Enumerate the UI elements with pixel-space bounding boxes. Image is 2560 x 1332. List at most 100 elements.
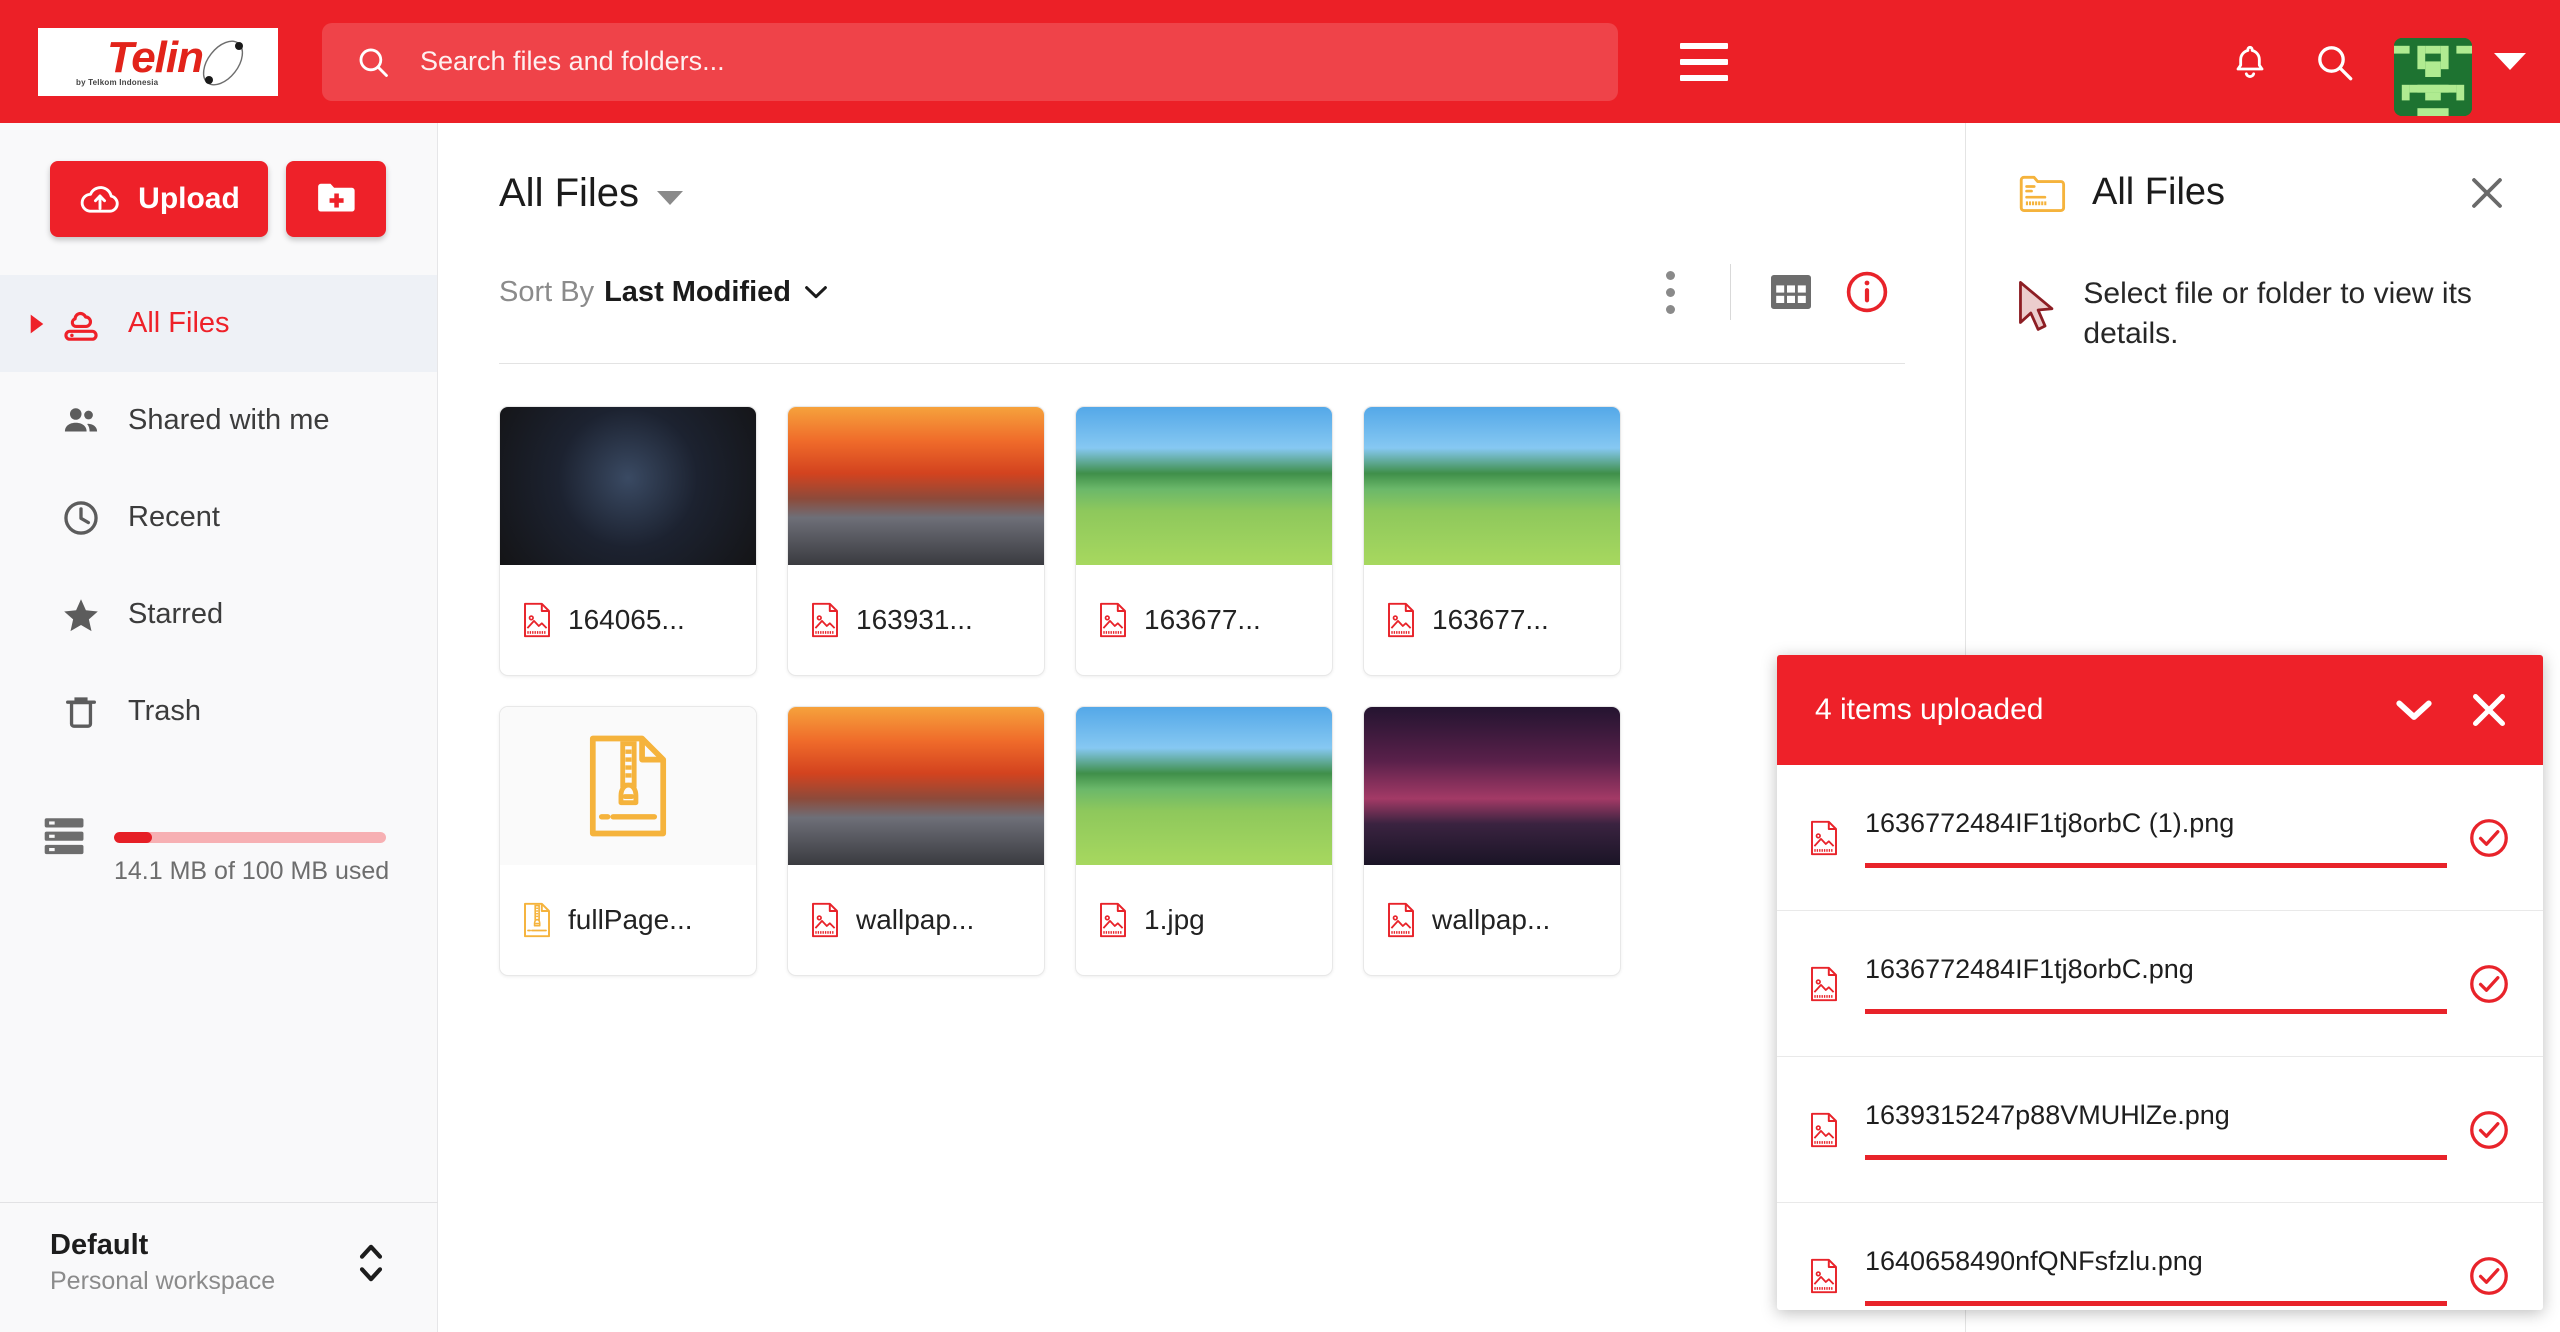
image-file-icon [1388,902,1414,938]
file-thumbnail [1364,407,1620,565]
upload-toast-collapse-button[interactable] [2393,696,2435,724]
file-card[interactable]: 163677... [1075,406,1333,676]
expand-arrow-icon[interactable] [26,313,48,335]
breadcrumb: All Files [439,123,1965,216]
sort-by-value[interactable]: Last Modified [604,276,791,309]
check-circle-icon [2470,818,2508,857]
grid-view-icon [1771,275,1811,309]
server-storage-icon [44,818,84,855]
details-empty-state: Select file or folder to view its detail… [1966,214,2560,353]
upload-item-progress [1865,862,2447,868]
upload-button[interactable]: Upload [50,161,268,237]
global-search[interactable] [322,22,1618,101]
image-file-icon [1386,902,1416,938]
zip-file-icon [524,902,550,938]
upload-item-progress [1865,1301,2447,1306]
file-card[interactable]: 163677... [1363,406,1621,676]
file-card[interactable]: 163931... [787,406,1045,676]
logo-wordmark: Telin [106,33,204,82]
workspace-switcher[interactable]: Default Personal workspace [0,1202,438,1296]
upload-button-label: Upload [138,182,240,215]
file-card[interactable]: fullPage... [499,706,757,976]
image-file-icon [1811,1112,1837,1147]
user-avatar-identicon [2394,37,2472,116]
storage-details: 14.1 MB of 100 MB used [114,812,389,886]
search-input[interactable] [420,46,1520,77]
more-options-button[interactable] [1632,254,1708,330]
telin-logo[interactable]: Telin by Telkom Indonesia [38,27,278,96]
storage-progress-fill [114,832,153,843]
toolbar-divider [1730,264,1731,320]
file-card[interactable]: wallpap... [1363,706,1621,976]
upload-toast-close-button[interactable] [2469,690,2509,730]
file-name: 1.jpg [1144,904,1205,935]
upload-item-row[interactable]: 1639315247p88VMUHlZe.png [1777,1057,2543,1203]
new-folder-button[interactable] [286,161,386,237]
trash-icon [48,691,114,733]
upload-item-row[interactable]: 1640658490nfQNFsfzlu.png [1777,1203,2543,1310]
image-file-icon [1098,902,1128,938]
check-circle-icon [2470,1110,2508,1149]
upload-item-name: 1640658490nfQNFsfzlu.png [1865,1246,2203,1276]
upload-item-status-icon [2467,1108,2511,1152]
sidebar-item-trash[interactable]: Trash [0,663,437,760]
people-icon [48,400,114,442]
grid-view-button[interactable] [1753,254,1829,330]
storage-progress-bar [114,832,386,843]
file-name: fullPage... [568,904,693,935]
avatar-caret-down-icon[interactable] [2494,53,2526,70]
file-name: 164065... [568,604,685,635]
info-panel-button[interactable] [1829,254,1905,330]
details-title: All Files [2092,171,2226,213]
details-header: All Files [1966,123,2560,214]
close-icon [2472,693,2505,726]
storage-usage: 14.1 MB of 100 MB used [0,812,437,886]
file-card[interactable]: wallpap... [787,706,1045,976]
image-file-icon [1100,902,1126,938]
user-avatar[interactable] [2394,37,2472,116]
notifications-button[interactable] [2208,20,2292,104]
file-name: 163677... [1432,604,1549,635]
upload-item-progress [1865,1008,2447,1014]
search-icon [2318,45,2353,80]
image-file-icon [1809,966,1839,1002]
image-file-icon [1811,966,1837,1001]
folder-icon [2019,175,2066,212]
caret-down-icon[interactable] [657,190,684,205]
file-name: wallpap... [856,904,975,935]
upload-item-name: 1636772484IF1tj8orbC (1).png [1865,807,2235,838]
header-search-button[interactable] [2292,20,2376,104]
upload-item-status-icon [2467,1254,2511,1298]
image-file-icon [812,902,838,938]
sidebar-item-label: Shared with me [128,404,330,436]
file-grid: 164065... 163931... 163677... 163677... … [439,364,1905,976]
hamburger-icon[interactable] [1680,42,1728,81]
sidebar-nav: All Files Shared with me Recent Starred … [0,275,437,760]
check-circle-icon [2470,1257,2508,1295]
details-close-button[interactable] [2466,172,2508,214]
file-card[interactable]: 164065... [499,406,757,676]
cloud-upload-icon [80,186,119,213]
sidebar-item-label: Starred [128,598,224,630]
file-card[interactable]: 1.jpg [1075,706,1333,976]
notification-bell-icon [2236,45,2264,78]
sidebar-item-all-files[interactable]: All Files [0,275,437,372]
image-file-icon [1809,1112,1839,1148]
image-file-icon [1100,602,1126,638]
upload-toast-list: 1636772484IF1tj8orbC (1).png 1636772484I… [1777,765,2543,1310]
check-circle-icon [2470,964,2508,1003]
file-thumbnail [788,407,1044,565]
image-file-icon [522,602,552,638]
upload-item-row[interactable]: 1636772484IF1tj8orbC.png [1777,911,2543,1057]
image-file-icon [810,602,840,638]
workspace-name: Default [50,1229,149,1261]
sidebar-item-shared-with-me[interactable]: Shared with me [0,372,437,469]
chevron-down-icon[interactable] [803,283,829,301]
up-down-chevrons-icon[interactable] [354,1236,388,1290]
sidebar-item-recent[interactable]: Recent [0,469,437,566]
file-thumbnail [788,707,1044,865]
upload-item-row[interactable]: 1636772484IF1tj8orbC (1).png [1777,765,2543,911]
sidebar-item-starred[interactable]: Starred [0,566,437,663]
search-icon [359,48,388,77]
upload-item-status-icon [2467,962,2511,1006]
